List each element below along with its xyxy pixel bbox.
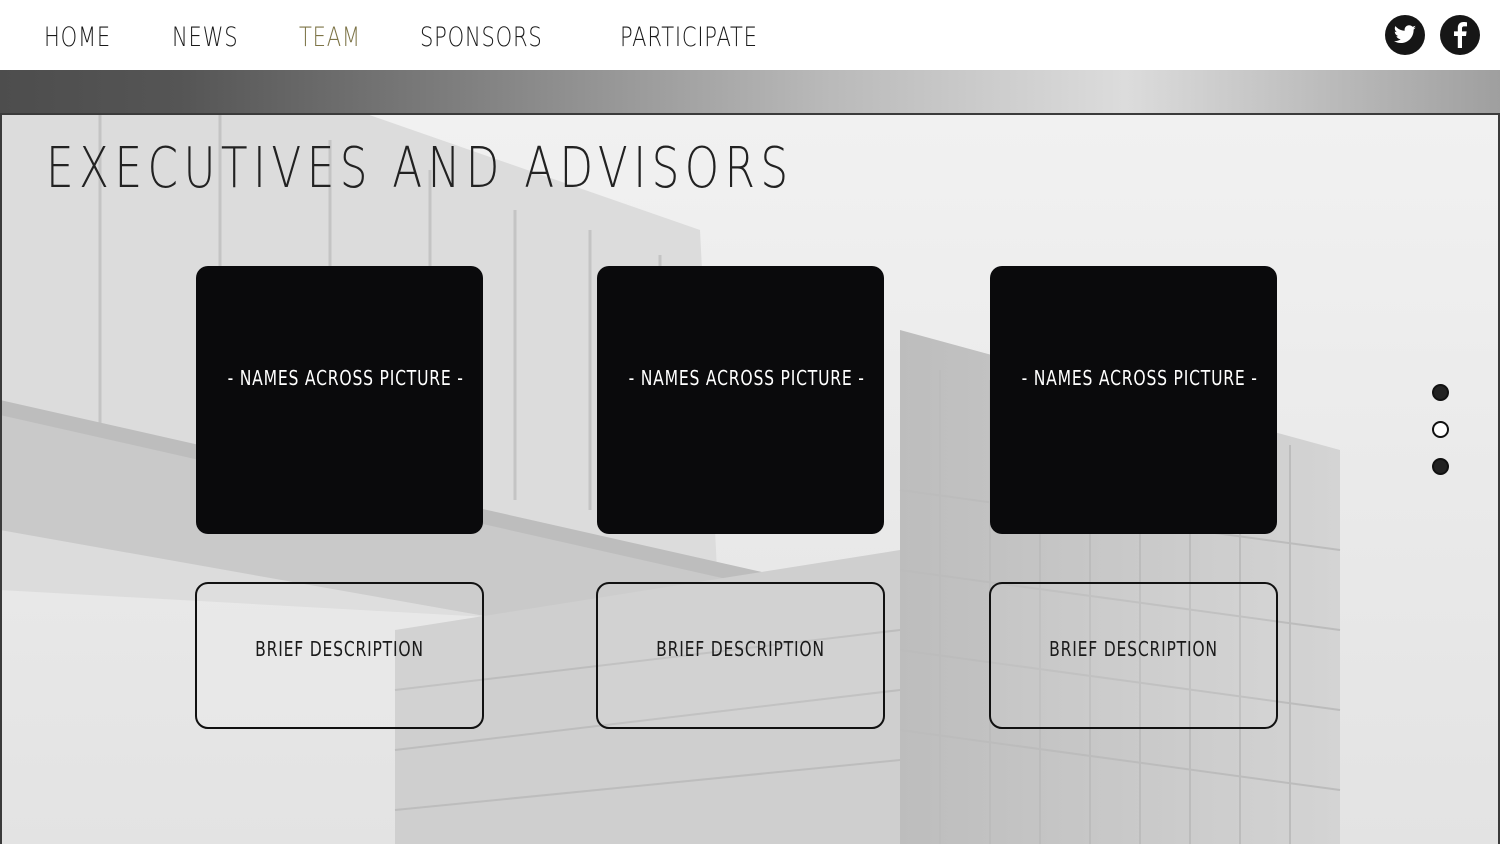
pager-dot-1[interactable] xyxy=(1432,384,1449,401)
member-photo-card[interactable]: - NAMES ACROSS PICTURE - xyxy=(196,266,483,534)
member-description-card: BRIEF DESCRIPTION xyxy=(596,582,885,729)
member-photo-card[interactable]: - NAMES ACROSS PICTURE - xyxy=(990,266,1277,534)
header-photo-strip xyxy=(0,70,1500,115)
twitter-icon[interactable] xyxy=(1385,15,1425,55)
top-navbar: HOME NEWS TEAM SPONSORS PARTICIPATE xyxy=(0,0,1500,70)
member-description: BRIEF DESCRIPTION xyxy=(1049,637,1218,661)
facebook-icon[interactable] xyxy=(1440,15,1480,55)
nav-news[interactable]: NEWS xyxy=(172,22,238,53)
pager-dot-2[interactable] xyxy=(1432,421,1449,438)
nav-team[interactable]: TEAM xyxy=(299,22,361,53)
member-photo-label: - NAMES ACROSS PICTURE - xyxy=(1021,366,1258,390)
member-photo-label: - NAMES ACROSS PICTURE - xyxy=(227,366,464,390)
nav-sponsors[interactable]: SPONSORS xyxy=(420,22,543,53)
member-photo-card[interactable]: - NAMES ACROSS PICTURE - xyxy=(597,266,884,534)
member-description-card: BRIEF DESCRIPTION xyxy=(195,582,484,729)
social-links xyxy=(1385,15,1480,55)
nav-participate[interactable]: PARTICIPATE xyxy=(620,22,758,53)
member-photo-label: - NAMES ACROSS PICTURE - xyxy=(628,366,865,390)
member-description: BRIEF DESCRIPTION xyxy=(255,637,424,661)
page-title: EXECUTIVES AND ADVISORS xyxy=(46,136,794,201)
main-nav: HOME NEWS TEAM SPONSORS PARTICIPATE xyxy=(44,22,838,53)
nav-home[interactable]: HOME xyxy=(44,22,111,53)
pager-dot-3[interactable] xyxy=(1432,458,1449,475)
member-description: BRIEF DESCRIPTION xyxy=(656,637,825,661)
pager-dots xyxy=(1432,384,1449,495)
member-description-card: BRIEF DESCRIPTION xyxy=(989,582,1278,729)
